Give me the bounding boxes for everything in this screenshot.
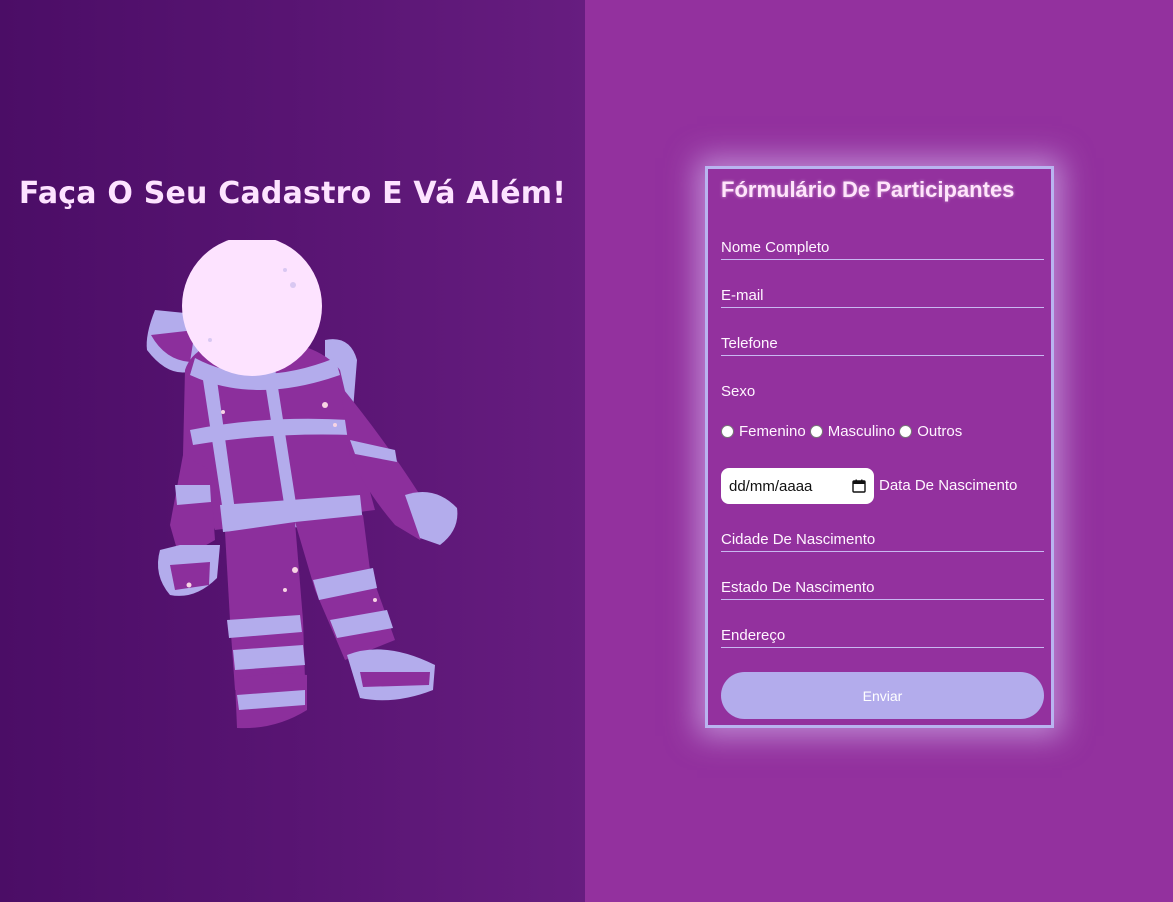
radio-female-circle[interactable] bbox=[721, 425, 734, 438]
form-title: Fórmulário De Participantes bbox=[721, 177, 1015, 202]
radio-male-label: Masculino bbox=[827, 423, 896, 440]
astronaut-illustration bbox=[146, 240, 458, 729]
radio-other[interactable]: Outros bbox=[899, 423, 962, 440]
astronaut-left-arm bbox=[170, 455, 215, 560]
address-field[interactable]: Endereço bbox=[721, 627, 1044, 648]
birth-date-placeholder: dd/mm/aaaa bbox=[729, 477, 813, 495]
phone-field[interactable]: Telefone bbox=[721, 335, 1044, 356]
sex-radio-group: Femenino Masculino Outros bbox=[721, 423, 966, 440]
hero-title: Faça O Seu Cadastro E Vá Além! bbox=[18, 176, 567, 211]
hero-panel: Faça O Seu Cadastro E Vá Além! bbox=[0, 0, 585, 902]
radio-male-circle[interactable] bbox=[809, 425, 823, 438]
birth-date-label: Data De Nascimento bbox=[879, 477, 1018, 494]
full-name-field[interactable]: Nome Completo bbox=[721, 239, 1044, 260]
form-panel: Fórmulário De Participantes Nome Complet… bbox=[585, 0, 1173, 902]
birth-city-field[interactable]: Cidade De Nascimento bbox=[721, 531, 1044, 552]
astronaut-helmet bbox=[182, 240, 322, 376]
birth-date-input[interactable]: dd/mm/aaaa bbox=[721, 468, 874, 504]
radio-male[interactable]: Masculino bbox=[809, 423, 896, 440]
radio-female[interactable]: Femenino bbox=[721, 423, 806, 440]
page: Faça O Seu Cadastro E Vá Além! Fórmulári… bbox=[0, 0, 1173, 902]
birth-state-field[interactable]: Estado De Nascimento bbox=[721, 579, 1044, 600]
radio-other-circle[interactable] bbox=[899, 425, 913, 438]
radio-female-label: Femenino bbox=[739, 423, 806, 440]
email-field[interactable]: E-mail bbox=[721, 287, 1044, 308]
radio-other-label: Outros bbox=[917, 423, 963, 440]
calendar-icon[interactable] bbox=[852, 479, 866, 493]
submit-button[interactable]: Enviar bbox=[721, 672, 1044, 719]
sex-label: Sexo bbox=[721, 383, 756, 400]
participant-form: Fórmulário De Participantes Nome Complet… bbox=[705, 166, 1054, 728]
